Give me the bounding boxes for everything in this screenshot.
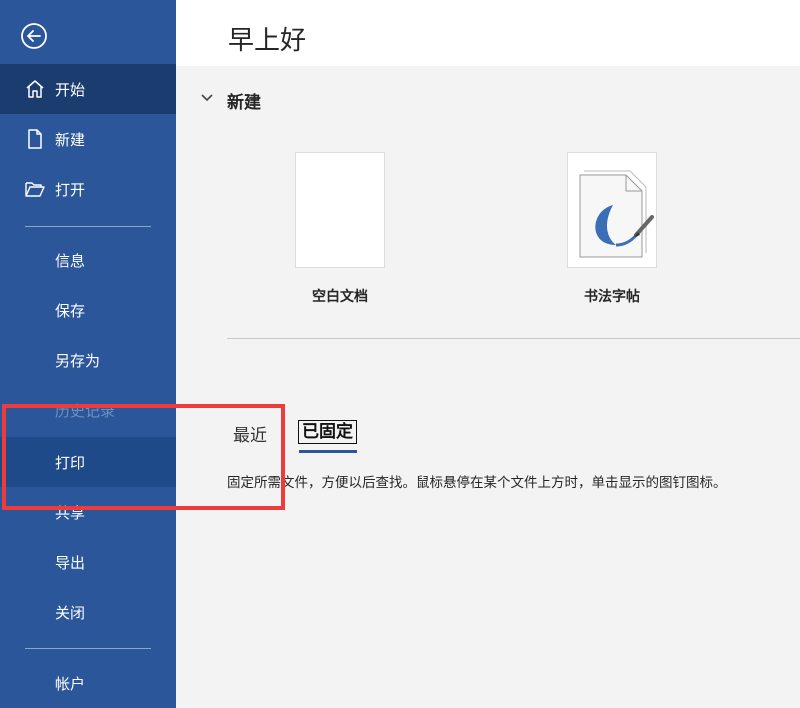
sidebar-item-label: 关闭	[55, 603, 86, 622]
template-blank-document[interactable]: 空白文档	[270, 152, 410, 306]
chevron-down-icon[interactable]	[199, 90, 215, 106]
sidebar-item-new[interactable]: 新建	[0, 114, 176, 164]
page-title: 早上好	[228, 26, 307, 56]
sidebar-item-label: 另存为	[55, 351, 101, 370]
blank-document-thumbnail	[295, 152, 385, 268]
sidebar-item-account[interactable]: 帐户	[0, 658, 176, 708]
sidebar-item-label: 导出	[55, 553, 86, 572]
section-divider	[227, 338, 800, 339]
home-icon	[26, 80, 44, 98]
template-label: 空白文档	[312, 289, 368, 305]
new-section-title: 新建	[227, 93, 261, 113]
sidebar-item-label: 共享	[55, 503, 86, 522]
sidebar-item-print[interactable]: 打印	[0, 437, 176, 487]
backstage-sidebar: 开始 新建 打开 信息 保存 另存为 历史记录 打印 共享 导出 关闭 帐户	[0, 0, 176, 708]
sidebar-item-label: 信息	[55, 251, 86, 270]
sidebar-item-open[interactable]: 打开	[0, 164, 176, 214]
sidebar-item-save[interactable]: 保存	[0, 285, 176, 335]
tab-pinned[interactable]: 已固定	[298, 420, 357, 444]
open-folder-icon	[25, 182, 45, 197]
sidebar-item-share[interactable]: 共享	[0, 487, 176, 537]
template-label: 书法字帖	[584, 289, 640, 305]
sidebar-item-label: 新建	[55, 130, 86, 149]
sidebar-item-history[interactable]: 历史记录	[0, 385, 176, 435]
calligraphy-thumbnail	[567, 152, 657, 268]
sidebar-item-label: 打印	[55, 453, 86, 472]
sidebar-item-label: 帐户	[55, 674, 86, 693]
tab-pinned-underline	[299, 450, 357, 453]
tab-recent[interactable]: 最近	[233, 421, 267, 446]
sidebar-item-save-as[interactable]: 另存为	[0, 335, 176, 385]
sidebar-item-label: 打开	[55, 180, 86, 199]
calligraphy-brush-icon	[579, 170, 654, 258]
sidebar-item-info[interactable]: 信息	[0, 235, 176, 285]
header: 早上好	[176, 0, 800, 66]
sidebar-item-home[interactable]: 开始	[0, 64, 176, 114]
template-calligraphy[interactable]: 书法字帖	[542, 152, 682, 306]
pinned-hint-text: 固定所需文件，方便以后查找。鼠标悬停在某个文件上方时，单击显示的图钉图标。	[227, 475, 727, 491]
sidebar-item-label: 历史记录	[55, 401, 116, 420]
sidebar-item-label: 开始	[55, 80, 86, 99]
back-arrow-icon[interactable]	[20, 22, 48, 50]
sidebar-divider	[25, 648, 151, 649]
sidebar-divider	[25, 226, 151, 227]
sidebar-item-label: 保存	[55, 301, 86, 320]
sidebar-item-close[interactable]: 关闭	[0, 587, 176, 637]
sidebar-item-export[interactable]: 导出	[0, 537, 176, 587]
new-document-icon	[28, 129, 42, 149]
